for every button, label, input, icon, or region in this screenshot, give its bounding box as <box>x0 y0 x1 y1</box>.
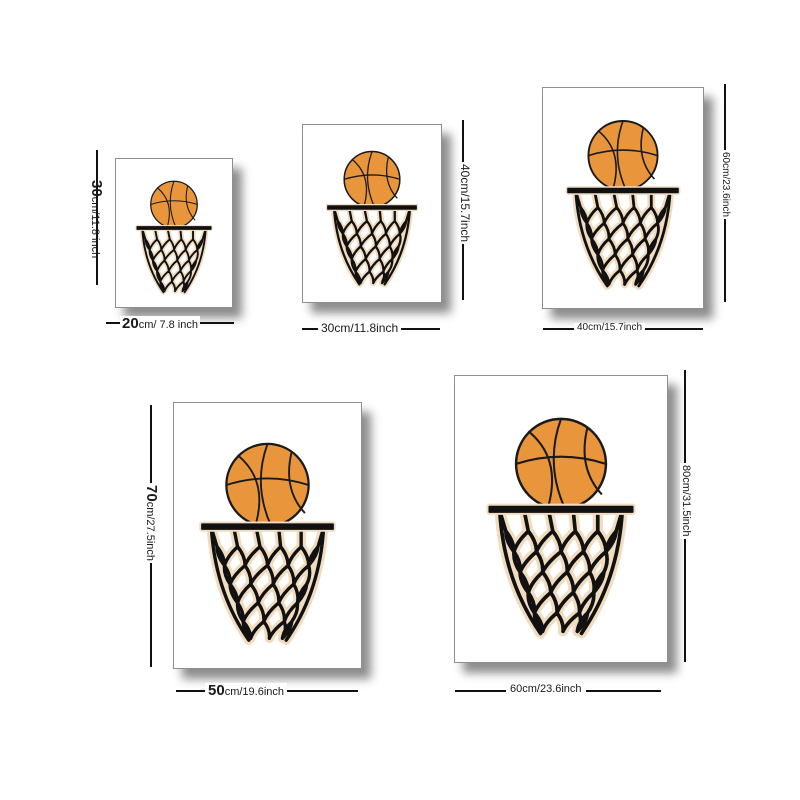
height-label-2: 40cm/15.7inch <box>458 162 472 245</box>
poster-frame-2 <box>302 124 442 303</box>
width-label-5: 60cm/23.6inch <box>506 684 586 695</box>
width-label-3: 40cm/15.7inch <box>574 323 646 333</box>
width-label-4-unit: cm/19.6inch <box>224 686 284 698</box>
height-label-1-unit: cm/11.8 inch <box>89 196 101 259</box>
height-label-4-main: 70 <box>143 485 160 502</box>
height-label-4-unit: cm/27.5inch <box>144 501 156 561</box>
poster-frame-5 <box>454 375 668 663</box>
poster-frame-4 <box>173 402 362 669</box>
basketball-hoop-art <box>199 442 336 645</box>
poster-frame-1 <box>115 158 233 308</box>
poster-frame-3 <box>542 87 704 309</box>
basketball-hoop-art <box>325 150 419 288</box>
basketball-hoop-art <box>565 120 681 290</box>
height-label-1-main: 30 <box>88 180 105 197</box>
height-label-3: 60cm/23.6inch <box>720 150 731 220</box>
width-label-1-unit: cm/ 7.8 inch <box>138 319 198 331</box>
width-label-4-main: 50 <box>208 682 225 699</box>
width-label-4: 50cm/19.6inch <box>205 683 287 699</box>
width-label-1: 20cm/ 7.8 inch <box>120 316 200 332</box>
height-label-1: 30cm/11.8 inch <box>88 180 105 259</box>
width-label-1-main: 20 <box>122 315 139 332</box>
basketball-hoop-art <box>486 417 636 639</box>
height-label-4: 70cm/27.5inch <box>143 483 160 563</box>
basketball-hoop-art <box>135 180 213 295</box>
width-label-2: 30cm/11.8inch <box>318 322 402 334</box>
height-label-5: 80cm/31.5inch <box>680 463 692 539</box>
